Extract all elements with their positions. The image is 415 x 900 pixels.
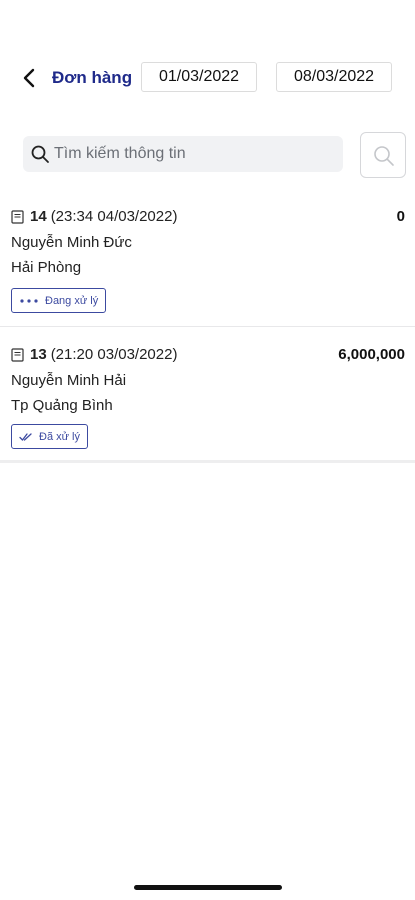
order-id: 13 [30, 346, 47, 363]
order-list-item[interactable]: 13 (21:20 03/03/2022) 6,000,000 Nguyễn M… [0, 342, 415, 463]
double-check-icon [19, 432, 33, 442]
search-button[interactable] [360, 132, 406, 178]
search-placeholder: Tìm kiếm thông tin [54, 145, 186, 162]
order-list-item[interactable]: 14 (23:34 04/03/2022) 0 Nguyễn Minh Đức … [0, 204, 415, 327]
header: Đơn hàng 01/03/2022 08/03/2022 [0, 62, 415, 94]
document-icon [11, 347, 24, 362]
back-button[interactable] [18, 65, 42, 91]
page-title: Đơn hàng [52, 68, 133, 87]
customer-name: Nguyễn Minh Đức [11, 234, 132, 251]
order-id: 14 [30, 208, 47, 225]
order-amount: 0 [396, 208, 405, 225]
customer-name: Nguyễn Minh Hải [11, 372, 127, 389]
order-list-screen: Đơn hàng 01/03/2022 08/03/2022 Tìm kiếm … [0, 0, 415, 900]
search-icon [31, 145, 49, 163]
chevron-left-icon [23, 68, 35, 88]
status-label: Đã xử lý [39, 430, 80, 443]
document-icon [11, 209, 24, 224]
status-badge: Đang xử lý [11, 288, 107, 313]
date-from-field[interactable]: 01/03/2022 [141, 62, 257, 92]
status-label: Đang xử lý [45, 294, 99, 307]
order-header: 13 (21:20 03/03/2022) [11, 346, 177, 363]
date-to-field[interactable]: 08/03/2022 [276, 62, 392, 92]
status-badge: Đã xử lý [11, 424, 88, 449]
search-icon [374, 146, 394, 166]
order-datetime: (23:34 04/03/2022) [50, 208, 178, 225]
search-input[interactable]: Tìm kiếm thông tin [23, 136, 343, 172]
dots-icon [19, 298, 39, 304]
home-indicator[interactable] [134, 885, 282, 890]
customer-address: Tp Quảng Bình [11, 397, 113, 414]
order-datetime: (21:20 03/03/2022) [50, 346, 178, 363]
order-amount: 6,000,000 [338, 346, 405, 363]
order-header: 14 (23:34 04/03/2022) [11, 208, 177, 225]
customer-address: Hải Phòng [11, 259, 82, 276]
